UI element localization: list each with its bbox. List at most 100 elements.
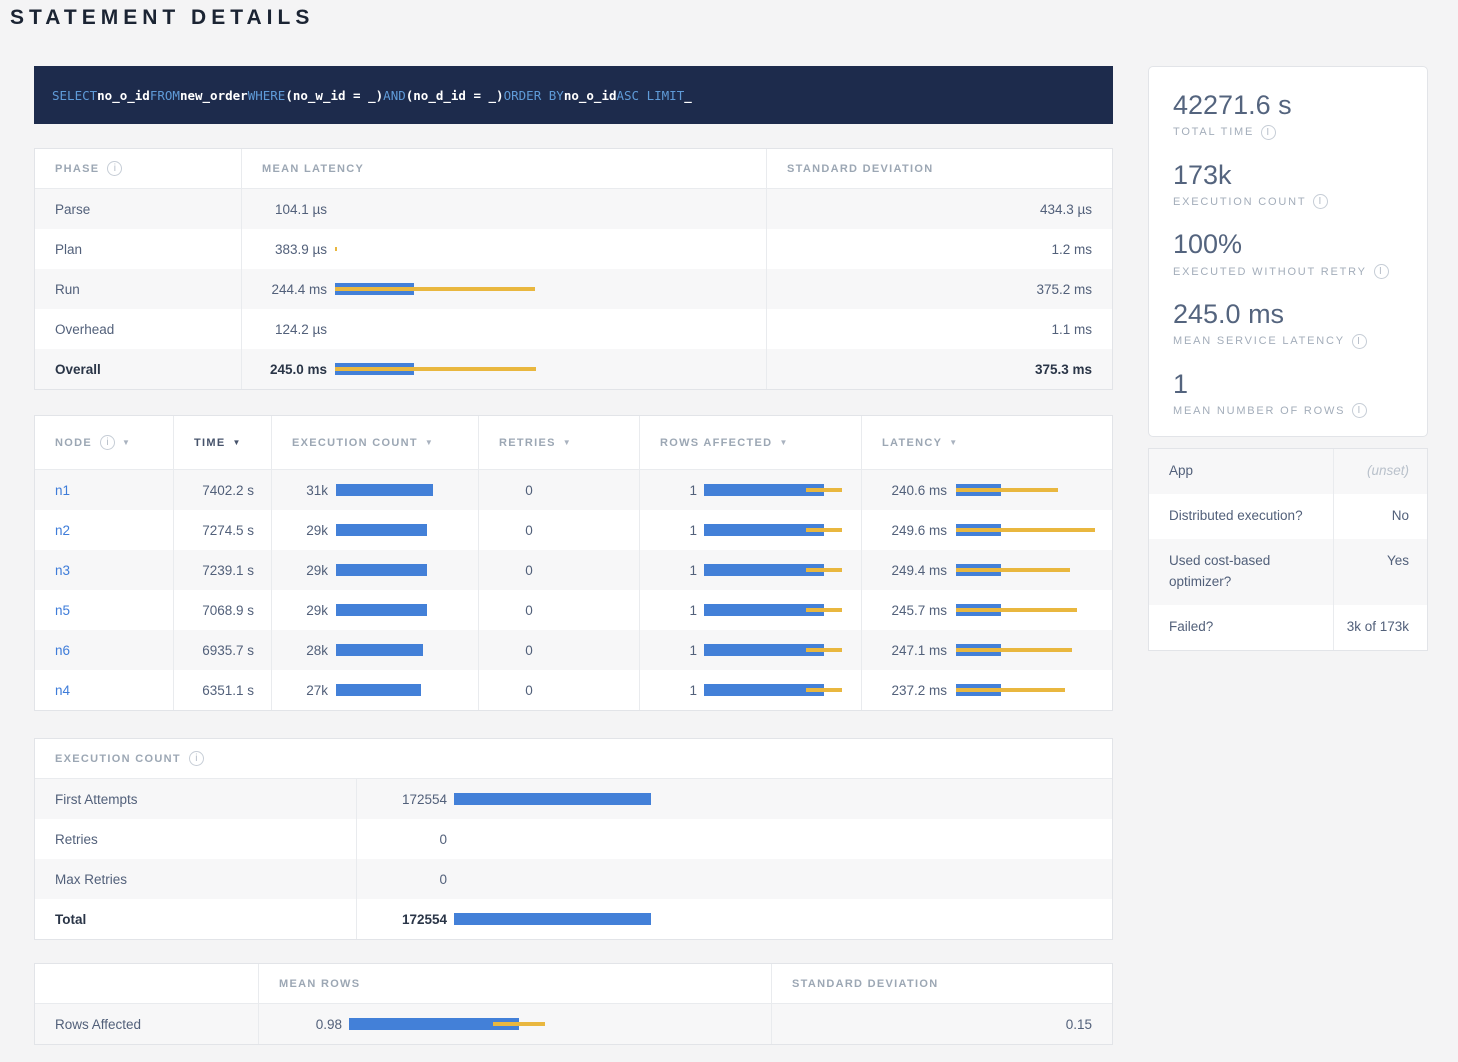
std-dev-value: 375.3 ms	[1035, 362, 1092, 377]
stat-label: EXECUTION COUNT	[1173, 196, 1306, 208]
node-latency: 240.6 ms	[862, 483, 947, 498]
node-time: 7274.5 s	[202, 523, 254, 538]
phase-label: Overhead	[55, 322, 114, 337]
page-title: STATEMENT DETAILS	[10, 6, 314, 30]
node-statistics-table: NODEi▼ TIME▼ EXECUTION COUNT▼ RETRIES▼ R…	[34, 415, 1113, 711]
detail-label: Used cost-based optimizer?	[1149, 539, 1333, 605]
node-link[interactable]: n5	[55, 603, 70, 618]
detail-label: Failed?	[1149, 605, 1333, 650]
std-dev-value: 1.2 ms	[1051, 242, 1092, 257]
execution-count-title: EXECUTION COUNT	[55, 753, 181, 765]
std-dev-value: 1.1 ms	[1051, 322, 1092, 337]
info-icon[interactable]: i	[1313, 194, 1328, 209]
stat-value: 1	[1173, 370, 1417, 400]
node-link[interactable]: n4	[55, 683, 70, 698]
table-row: Overall 245.0 ms 375.3 ms	[35, 349, 1112, 389]
stat-label: TOTAL TIME	[1173, 126, 1254, 138]
statement-sql-box: SELECT no_o_id FROM new_order WHERE (no_…	[34, 66, 1113, 124]
info-icon[interactable]: i	[107, 161, 122, 176]
node-link[interactable]: n2	[55, 523, 70, 538]
info-icon[interactable]: i	[100, 435, 115, 450]
info-icon[interactable]: i	[1374, 264, 1389, 279]
latency-bar	[956, 484, 1058, 496]
table-row: First Attempts 172554	[35, 779, 1112, 819]
execution-count-table: EXECUTION COUNT i First Attempts 172554 R…	[34, 738, 1113, 940]
stat-value: 245.0 ms	[1173, 300, 1417, 330]
stat-label: MEAN SERVICE LATENCY	[1173, 335, 1345, 347]
table-row: n4 6351.1 s 27k 0 1 237.2 ms	[35, 670, 1112, 710]
latency-bar	[956, 684, 1065, 696]
node-retries: 0	[479, 643, 579, 658]
node-rows-affected: 1	[640, 643, 697, 658]
info-icon[interactable]: i	[1352, 403, 1367, 418]
mean-rows-value: 0.98	[259, 1017, 342, 1032]
mean-latency-value: 383.9 µs	[242, 242, 327, 257]
execution-count-column-header[interactable]: EXECUTION COUNT▼	[271, 416, 478, 469]
info-icon[interactable]: i	[189, 751, 204, 766]
execution-count-bar	[336, 564, 427, 576]
latency-column-header[interactable]: LATENCY▼	[861, 416, 1112, 469]
sql-keyword: AND	[383, 88, 406, 103]
std-dev-value: 434.3 µs	[1040, 202, 1092, 217]
node-rows-affected: 1	[640, 523, 697, 538]
table-row: Retries 0	[35, 819, 1112, 859]
node-retries: 0	[479, 683, 579, 698]
node-time: 7068.9 s	[202, 603, 254, 618]
sort-arrow-icon: ▼	[122, 438, 130, 447]
mean-latency-value: 104.1 µs	[242, 202, 327, 217]
detail-row-distributed-execution: Distributed execution? No	[1149, 494, 1427, 539]
node-rows-affected: 1	[640, 683, 697, 698]
sql-identifier: _	[684, 88, 692, 103]
statement-details-panel: App (unset) Distributed execution? No Us…	[1148, 448, 1428, 651]
latency-bar	[956, 524, 1095, 536]
info-icon[interactable]: i	[1352, 334, 1367, 349]
table-row: Max Retries 0	[35, 859, 1112, 899]
sort-arrow-icon: ▼	[425, 438, 433, 447]
node-link[interactable]: n6	[55, 643, 70, 658]
phase-label: Plan	[55, 242, 82, 257]
sql-identifier: (no_d_id = _)	[406, 88, 504, 103]
node-exec-count: 29k	[272, 523, 328, 538]
node-link[interactable]: n1	[55, 483, 70, 498]
exec-row-value: 172554	[357, 912, 447, 927]
table-row: n5 7068.9 s 29k 0 1 245.7 ms	[35, 590, 1112, 630]
node-retries: 0	[479, 563, 579, 578]
mean-latency-column-header: MEAN LATENCY	[262, 163, 364, 175]
sql-identifier: new_order	[180, 88, 248, 103]
node-column-header[interactable]: NODEi▼	[35, 416, 173, 469]
table-row: n6 6935.7 s 28k 0 1 247.1 ms	[35, 630, 1112, 670]
stat-value: 173k	[1173, 161, 1417, 191]
retries-column-header[interactable]: RETRIES▼	[478, 416, 639, 469]
node-time: 7402.2 s	[202, 483, 254, 498]
rows-affected-column-header[interactable]: ROWS AFFECTED▼	[639, 416, 861, 469]
node-latency: 245.7 ms	[862, 603, 947, 618]
sql-identifier: no_o_id	[564, 88, 617, 103]
latency-bar	[335, 363, 536, 375]
execution-count-bar	[336, 524, 427, 536]
standard-deviation-column-header: STANDARD DEVIATION	[787, 163, 933, 175]
node-rows-affected: 1	[640, 563, 697, 578]
stat-value: 100%	[1173, 230, 1417, 260]
count-bar	[454, 793, 651, 805]
node-exec-count: 28k	[272, 643, 328, 658]
stat-label: MEAN NUMBER OF ROWS	[1173, 405, 1345, 417]
table-row: Total 172554	[35, 899, 1112, 939]
mean-rows-column-header: MEAN ROWS	[279, 978, 360, 990]
node-link[interactable]: n3	[55, 563, 70, 578]
rows-affected-bar	[704, 684, 842, 696]
detail-row-app: App (unset)	[1149, 449, 1427, 494]
sql-keyword: WHERE	[248, 88, 286, 103]
table-row: Parse 104.1 µs 434.3 µs	[35, 189, 1112, 229]
time-column-header[interactable]: TIME▼	[173, 416, 271, 469]
table-row: Overhead 124.2 µs 1.1 ms	[35, 309, 1112, 349]
latency-bar	[335, 243, 337, 255]
info-icon[interactable]: i	[1261, 125, 1276, 140]
exec-row-label: Retries	[55, 832, 98, 847]
summary-stats-panel: 42271.6 s TOTAL TIMEi 173k EXECUTION COU…	[1148, 66, 1428, 437]
count-bar	[454, 913, 651, 925]
stat-total-time: 42271.6 s TOTAL TIMEi	[1173, 91, 1417, 140]
node-table-header: NODEi▼ TIME▼ EXECUTION COUNT▼ RETRIES▼ R…	[35, 416, 1112, 470]
phase-label: Run	[55, 282, 80, 297]
table-row: n3 7239.1 s 29k 0 1 249.4 ms	[35, 550, 1112, 590]
stat-executed-without-retry: 100% EXECUTED WITHOUT RETRYi	[1173, 230, 1417, 279]
